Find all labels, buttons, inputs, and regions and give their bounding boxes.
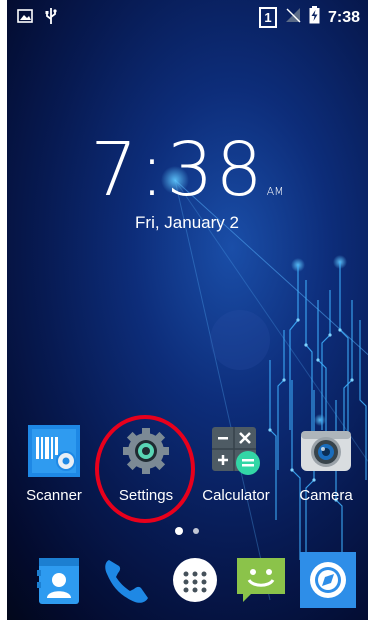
sim-slot-badge: 1 [258,7,277,28]
status-bar[interactable]: 1 7:38 [7,0,368,34]
dock [7,552,368,614]
no-signal-icon [285,7,301,28]
clock-time: 7:38 [90,127,265,213]
app-scanner[interactable]: Scanner [9,425,99,504]
dock-phone[interactable] [99,552,155,608]
screen-border-left [0,0,7,620]
app-label: Scanner [26,487,82,504]
app-label: Camera [299,487,353,504]
status-time: 7:38 [327,8,360,26]
usb-icon [45,7,57,30]
messaging-icon [237,558,285,602]
dock-messaging[interactable] [233,552,289,608]
scanner-icon [28,425,80,477]
app-label: Calculator [202,487,270,504]
contacts-icon [37,558,79,604]
app-camera[interactable]: Camera [281,425,371,504]
page-dot-active [175,527,183,535]
image-notification-icon [17,9,33,28]
phone-icon [105,560,148,603]
page-indicator [0,527,374,535]
all-apps-icon [173,558,217,602]
calculator-icon [210,425,262,477]
clock-date: Fri, January 2 [135,213,239,232]
screen-border-right [368,0,374,620]
clock-ampm: AM [266,185,284,198]
app-calculator[interactable]: Calculator [191,425,281,504]
dock-browser[interactable] [300,552,356,608]
settings-highlight-circle [95,415,195,523]
battery-charging-icon [309,6,320,29]
page-dot [193,528,199,534]
dock-all-apps[interactable] [167,552,223,608]
dock-contacts[interactable] [31,552,87,608]
browser-icon [300,552,356,608]
camera-icon [300,425,352,477]
home-screen: 1 7:38 7:38 AM Fri, January 2 Scanner Se… [0,0,374,620]
